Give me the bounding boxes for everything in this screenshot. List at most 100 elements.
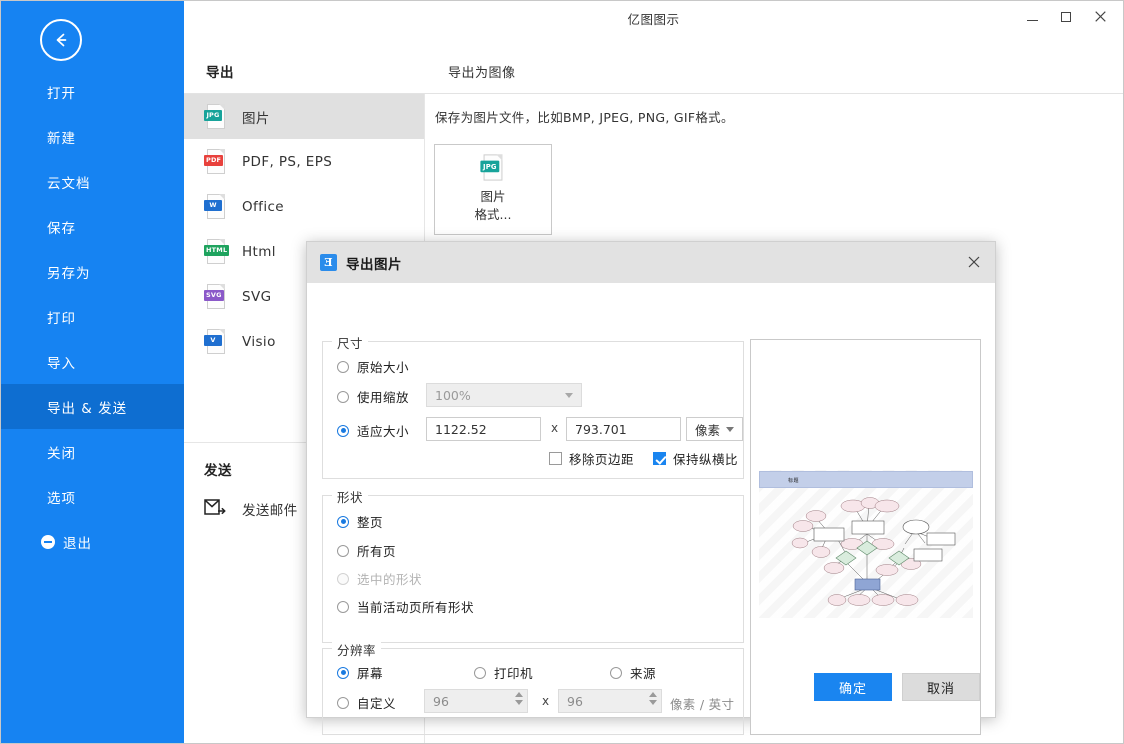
resolution-group: 分辨率 屏幕 打印机 来源 自定义 96 (322, 648, 744, 735)
radio-label: 打印机 (494, 663, 533, 682)
dialog-title: 导出图片 (346, 253, 402, 273)
size-unit-value: 像素 (695, 420, 720, 439)
sidebar-item-label: 另存为 (47, 262, 91, 282)
format-description: 保存为图片文件，比如BMP, JPEG, PNG, GIF格式。 (435, 107, 734, 126)
minimize-icon[interactable] (1015, 4, 1049, 30)
sidebar-item-save-as[interactable]: 另存为 (1, 249, 184, 294)
radio-label: 当前活动页所有形状 (357, 597, 474, 616)
sidebar-item-open[interactable]: 打开 (1, 69, 184, 114)
sidebar-menu: 打开 新建 云文档 保存 另存为 打印 导入 导出 & 发送 关闭 选项 退出 (1, 69, 184, 564)
checkbox-keep-ratio[interactable]: 保持纵横比 (653, 449, 738, 468)
app-logo-icon: Ǝ (320, 254, 337, 271)
radio-printer[interactable]: 打印机 (474, 663, 533, 682)
checkbox-remove-margin[interactable]: 移除页边距 (549, 449, 634, 468)
dpi-y-value: 96 (567, 694, 583, 709)
radio-label: 屏幕 (357, 663, 383, 682)
send-email-label: 发送邮件 (242, 499, 298, 519)
checkbox-label: 保持纵横比 (673, 449, 738, 468)
sidebar-item-label: 打开 (47, 82, 76, 102)
sidebar-item-exit[interactable]: 退出 (1, 519, 184, 564)
radio-dot (337, 545, 349, 557)
page-title: 导出 (206, 61, 234, 81)
dialog-title-bar: Ǝ 导出图片 (307, 242, 995, 283)
close-icon[interactable] (1083, 4, 1117, 30)
chevron-down-icon (726, 427, 734, 432)
format-item-label: Visio (242, 334, 276, 350)
radio-label: 选中的形状 (357, 569, 422, 588)
format-item-office[interactable]: W Office (184, 184, 424, 229)
jpg-file-icon: JPG (480, 153, 505, 182)
file-type-tag: W (204, 200, 222, 211)
mail-send-icon (204, 499, 226, 520)
radio-active-page-shapes[interactable]: 当前活动页所有形状 (337, 597, 474, 616)
dialog-footer: 确定 取消 (814, 673, 980, 701)
shape-group-legend: 形状 (332, 487, 368, 506)
file-type-tag: V (204, 335, 222, 346)
size-multiply-symbol: x (551, 421, 558, 435)
radio-dot (337, 573, 349, 585)
sidebar-item-label: 导入 (47, 352, 76, 372)
radio-source[interactable]: 来源 (610, 663, 656, 682)
file-type-tag: PDF (204, 155, 223, 166)
radio-all-pages[interactable]: 所有页 (337, 541, 396, 560)
size-group: 尺寸 原始大小 使用缩放 100% 适应大小 x (322, 341, 744, 479)
shape-group: 形状 整页 所有页 选中的形状 当前活动页所有形状 (322, 495, 744, 643)
scale-select-value: 100% (435, 388, 471, 403)
radio-original-size[interactable]: 原始大小 (337, 357, 409, 376)
ok-button[interactable]: 确定 (814, 673, 892, 701)
radio-label: 自定义 (357, 693, 396, 712)
cancel-button[interactable]: 取消 (902, 673, 980, 701)
maximize-icon[interactable] (1049, 4, 1083, 30)
dialog-close-icon[interactable] (959, 248, 989, 276)
back-arrow-icon[interactable] (40, 19, 82, 61)
sidebar-item-label: 选项 (47, 487, 76, 507)
radio-fit-size[interactable]: 适应大小 (337, 421, 409, 440)
sidebar-item-options[interactable]: 选项 (1, 474, 184, 519)
format-item-label: 图片 (242, 107, 270, 127)
sidebar-item-import[interactable]: 导入 (1, 339, 184, 384)
radio-dot (337, 601, 349, 613)
file-type-tag: JPG (480, 161, 499, 173)
radio-whole-page[interactable]: 整页 (337, 512, 383, 531)
image-format-card[interactable]: JPG 图片 格式... (434, 144, 552, 235)
height-input[interactable] (566, 417, 681, 441)
dpi-y-stepper[interactable]: 96 (558, 689, 662, 713)
sidebar-item-close[interactable]: 关闭 (1, 429, 184, 474)
radio-selected-shapes: 选中的形状 (337, 569, 422, 588)
format-item-label: Office (242, 199, 284, 215)
card-title: 图片 (480, 188, 505, 206)
sidebar-item-print[interactable]: 打印 (1, 294, 184, 339)
dpi-multiply-symbol: x (542, 694, 549, 708)
scale-select[interactable]: 100% (426, 383, 582, 407)
preview-title-band: 标题 (759, 471, 973, 488)
radio-use-scale[interactable]: 使用缩放 (337, 387, 409, 406)
checkbox-box (549, 452, 562, 465)
preview-title-text: 标题 (788, 477, 799, 484)
dialog-body: 尺寸 原始大小 使用缩放 100% 适应大小 x (307, 283, 995, 717)
word-file-icon: W (204, 193, 228, 221)
file-type-tag: JPG (204, 110, 222, 121)
sidebar-item-export-send[interactable]: 导出 & 发送 (1, 384, 184, 429)
format-item-pdf[interactable]: PDF PDF, PS, EPS (184, 139, 424, 184)
size-unit-select[interactable]: 像素 (686, 417, 743, 441)
format-item-label: SVG (242, 289, 271, 305)
sidebar-item-cloud[interactable]: 云文档 (1, 159, 184, 204)
radio-screen[interactable]: 屏幕 (337, 663, 383, 682)
dpi-x-stepper[interactable]: 96 (424, 689, 528, 713)
preview-er-diagram (759, 488, 973, 618)
jpg-file-icon: JPG (204, 103, 228, 131)
sidebar-item-label: 打印 (47, 307, 76, 327)
sidebar-item-label: 保存 (47, 217, 76, 237)
sidebar-item-new[interactable]: 新建 (1, 114, 184, 159)
card-subtitle: 格式... (475, 206, 512, 223)
send-section-title: 发送 (204, 459, 232, 479)
radio-custom-dpi[interactable]: 自定义 (337, 693, 396, 712)
pdf-file-icon: PDF (204, 148, 228, 176)
dpi-x-value: 96 (433, 694, 449, 709)
width-input[interactable] (426, 417, 541, 441)
sidebar-item-label: 云文档 (47, 172, 91, 192)
file-type-tag: HTML (204, 245, 229, 256)
sidebar-item-save[interactable]: 保存 (1, 204, 184, 249)
format-item-image[interactable]: JPG 图片 (184, 94, 424, 139)
radio-dot (474, 667, 486, 679)
